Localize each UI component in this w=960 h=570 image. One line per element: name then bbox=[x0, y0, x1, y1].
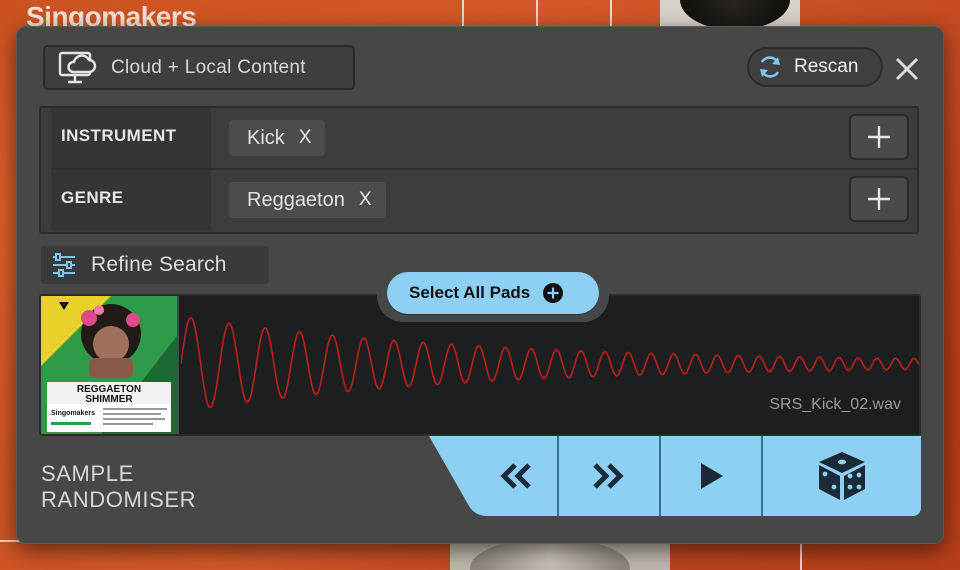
sample-filename: SRS_Kick_02.wav bbox=[769, 396, 901, 413]
background-line bbox=[536, 0, 538, 28]
dice-icon bbox=[819, 452, 865, 500]
playback-controls bbox=[429, 436, 921, 516]
rescan-button[interactable]: Rescan bbox=[747, 47, 883, 87]
content-source-button[interactable]: Cloud + Local Content bbox=[43, 45, 355, 90]
filter-label: GENRE bbox=[51, 170, 211, 230]
filter-tag: Kick X bbox=[229, 120, 326, 156]
select-all-pads-button[interactable]: Select All Pads bbox=[387, 272, 599, 314]
sliders-icon bbox=[51, 253, 77, 277]
randomiser-title-line2: RANDOMISER bbox=[41, 487, 197, 512]
background-line bbox=[610, 0, 612, 28]
cover-title-line2: SHIMMER bbox=[85, 394, 133, 405]
waveform-trace bbox=[181, 316, 919, 409]
refine-search-label: Refine Search bbox=[91, 253, 227, 276]
content-source-label: Cloud + Local Content bbox=[111, 56, 306, 78]
sample-pack-cover: REGGAETON SHIMMER Singomakers bbox=[41, 296, 177, 434]
refresh-icon bbox=[757, 54, 783, 80]
filter-row-instrument: INSTRUMENT Kick X bbox=[51, 108, 917, 168]
close-button[interactable] bbox=[893, 55, 921, 83]
plus-icon bbox=[868, 188, 890, 210]
filter-panel: INSTRUMENT Kick X GENRE Reggaeton X bbox=[39, 106, 919, 234]
cloud-monitor-icon bbox=[57, 50, 97, 86]
add-genre-button[interactable] bbox=[849, 176, 909, 222]
previous-sample-button[interactable] bbox=[473, 436, 557, 516]
randomise-button[interactable] bbox=[763, 436, 921, 516]
filter-tag-text: Reggaeton bbox=[247, 188, 345, 211]
close-icon bbox=[895, 57, 919, 81]
background-line bbox=[462, 0, 464, 28]
cover-brand: Singomakers bbox=[51, 410, 95, 417]
plus-icon bbox=[868, 126, 890, 148]
randomiser-title: SAMPLE RANDOMISER bbox=[41, 461, 196, 513]
filter-tag: Reggaeton X bbox=[229, 182, 386, 218]
fast-forward-icon bbox=[593, 463, 624, 489]
filter-tag-text: Kick bbox=[247, 126, 285, 149]
select-all-pads-label: Select All Pads bbox=[409, 283, 531, 302]
play-button[interactable] bbox=[661, 436, 761, 516]
plus-circle-icon bbox=[542, 282, 564, 304]
filter-tags: Reggaeton X bbox=[229, 182, 386, 218]
randomiser-title-line1: SAMPLE bbox=[41, 461, 134, 486]
sample-randomiser-dialog: Cloud + Local Content Rescan INSTRUMENT … bbox=[16, 26, 944, 544]
filter-tags: Kick X bbox=[229, 120, 326, 156]
next-sample-button[interactable] bbox=[559, 436, 659, 516]
background-line bbox=[800, 540, 802, 570]
rescan-label: Rescan bbox=[794, 56, 859, 77]
filter-row-genre: GENRE Reggaeton X bbox=[51, 170, 917, 230]
play-icon bbox=[701, 463, 723, 489]
remove-tag-button[interactable]: X bbox=[299, 127, 312, 149]
add-instrument-button[interactable] bbox=[849, 114, 909, 160]
refine-search-button[interactable]: Refine Search bbox=[41, 246, 269, 284]
cover-divider bbox=[177, 296, 179, 434]
remove-tag-button[interactable]: X bbox=[359, 189, 372, 211]
filter-label: INSTRUMENT bbox=[51, 108, 211, 168]
rewind-icon bbox=[500, 463, 531, 489]
